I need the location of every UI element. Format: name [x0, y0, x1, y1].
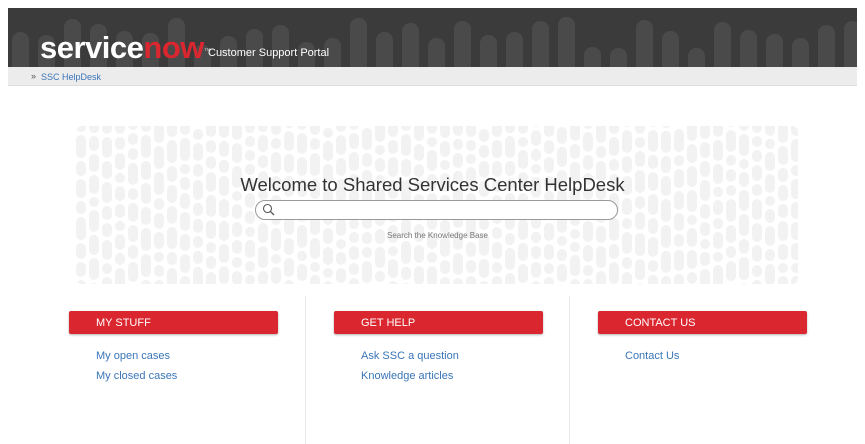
my-open-cases-link[interactable]: My open cases: [96, 350, 170, 362]
logo-service-text: service: [40, 30, 144, 65]
servicenow-logo[interactable]: servicenow™: [40, 30, 211, 65]
contact-us-title: CONTACT US: [625, 317, 696, 329]
get-help-header: GET HELP: [334, 311, 543, 334]
breadcrumb-link-ssc-helpdesk[interactable]: SSC HelpDesk: [41, 72, 101, 82]
contact-us-header: CONTACT US: [598, 311, 807, 334]
knowledge-search-box[interactable]: [255, 200, 618, 220]
welcome-title: Welcome to Shared Services Center HelpDe…: [240, 174, 625, 195]
my-stuff-title: MY STUFF: [96, 317, 151, 329]
column-divider: [569, 296, 570, 444]
search-hint: Search the Knowledge Base: [387, 231, 488, 240]
search-icon: [262, 203, 275, 216]
breadcrumb: » SSC HelpDesk: [8, 67, 857, 86]
my-closed-cases-link[interactable]: My closed cases: [96, 370, 177, 382]
ask-ssc-question-link[interactable]: Ask SSC a question: [361, 350, 459, 362]
contact-us-link[interactable]: Contact Us: [625, 350, 679, 362]
portal-header: servicenow™ Customer Support Portal: [8, 8, 857, 67]
knowledge-search-input[interactable]: [278, 203, 608, 218]
my-stuff-header: MY STUFF: [69, 311, 278, 334]
breadcrumb-separator: »: [31, 71, 37, 81]
logo-now-text: now: [143, 30, 204, 65]
get-help-title: GET HELP: [361, 317, 416, 329]
portal-page: servicenow™ Customer Support Portal » SS…: [0, 0, 865, 444]
portal-name: Customer Support Portal: [208, 47, 330, 59]
knowledge-articles-link[interactable]: Knowledge articles: [361, 370, 453, 382]
column-divider: [305, 296, 306, 444]
